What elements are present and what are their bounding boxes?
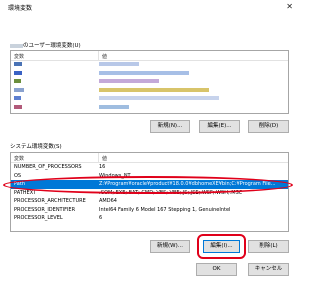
variable-name: PROCESSOR_LEVEL [14, 215, 63, 222]
variable-name: PATHEXT [14, 189, 37, 196]
user-edit-button[interactable]: 編集(E)... [199, 120, 240, 133]
variable-value: AMD64 [99, 198, 117, 205]
user-vars-label: のユーザー環境変数(U) [10, 41, 81, 49]
redacted-value [99, 79, 159, 85]
system-vars-table[interactable]: 変数 値 NUMBER_OF_PROCESSORS 16 OS Windows_… [10, 152, 289, 232]
table-row[interactable] [11, 95, 288, 104]
table-row[interactable] [11, 87, 288, 96]
table-row[interactable] [11, 70, 288, 79]
table-row[interactable]: PROCESSOR_LEVEL 6 [11, 214, 288, 223]
redacted-variable [11, 104, 99, 111]
redacted-variable [11, 70, 99, 77]
table-row[interactable]: OS Windows_NT [11, 172, 288, 181]
variable-value: Z:¥Program¥oracle¥product¥18.0.0¥dbhomeX… [99, 181, 276, 188]
column-header-variable[interactable]: 変数 [11, 51, 99, 60]
table-row[interactable] [11, 104, 288, 113]
cancel-button[interactable]: キャンセル [248, 263, 289, 276]
redacted-variable [11, 87, 99, 94]
table-row[interactable]: PROCESSOR_IDENTIFIER Intel64 Family 6 Mo… [11, 206, 288, 215]
column-header-variable[interactable]: 変数 [11, 153, 99, 162]
redacted-value [99, 87, 209, 94]
redacted-variable [11, 96, 99, 102]
table-row[interactable]: PROCESSOR_ARCHITECTURE AMD64 [11, 197, 288, 206]
system-vars-label: システム環境変数(S) [10, 144, 62, 150]
variable-name: Path [14, 181, 25, 188]
redacted-username [10, 43, 23, 48]
system-edit-button[interactable]: 編集(I)... [203, 240, 240, 253]
redacted-value [99, 104, 129, 111]
system-delete-button[interactable]: 削除(L) [248, 240, 289, 253]
column-header-value[interactable]: 値 [99, 153, 288, 162]
ok-button[interactable]: OK [196, 263, 237, 276]
redacted-variable [11, 62, 99, 68]
redacted-value [99, 96, 219, 102]
variable-value: 16 [99, 164, 106, 171]
variable-value: Intel64 Family 6 Model 167 Stepping 1, G… [99, 206, 231, 213]
variable-value: .COM;.EXE;.BAT;.CMD;.VBS;.VBE;.JS;.JSE;.… [99, 189, 243, 196]
variable-name: PROCESSOR_ARCHITECTURE [14, 198, 86, 205]
table-row[interactable] [11, 78, 288, 87]
system-new-button[interactable]: 新規(W)... [150, 240, 190, 253]
table-row[interactable]: PATHEXT .COM;.EXE;.BAT;.CMD;.VBS;.VBE;.J… [11, 189, 288, 198]
redacted-variable [11, 79, 99, 85]
variable-value: 6 [99, 215, 103, 222]
variable-name: PROCESSOR_IDENTIFIER [14, 206, 76, 213]
user-new-button[interactable]: 新規(N)... [150, 120, 190, 133]
variable-name: NUMBER_OF_PROCESSORS [14, 164, 82, 171]
column-header-value[interactable]: 値 [99, 51, 288, 60]
system-vars-header: 変数 値 [11, 153, 288, 163]
redacted-value [99, 70, 189, 77]
user-vars-table[interactable]: 変数 値 [10, 50, 289, 114]
window-title: 環境変数 [8, 5, 33, 12]
table-row-selected[interactable]: Path Z:¥Program¥oracle¥product¥18.0.0¥db… [11, 180, 288, 189]
close-icon[interactable]: ✕ [286, 2, 293, 11]
variable-name: OS [14, 172, 22, 179]
variable-value: Windows_NT [99, 172, 131, 179]
table-row[interactable]: NUMBER_OF_PROCESSORS 16 [11, 163, 288, 172]
redacted-value [99, 62, 139, 68]
table-row[interactable] [11, 61, 288, 70]
user-vars-header: 変数 値 [11, 51, 288, 61]
user-delete-button[interactable]: 削除(D) [248, 120, 289, 133]
